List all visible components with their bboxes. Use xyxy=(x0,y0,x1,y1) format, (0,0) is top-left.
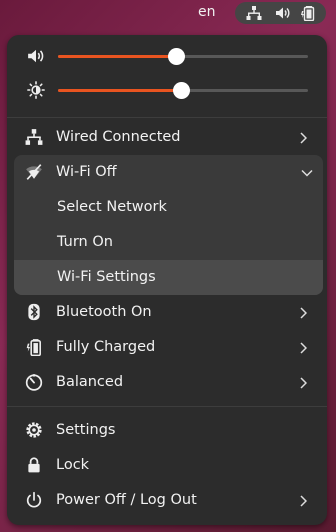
lock-icon xyxy=(28,457,40,473)
chevron-right-icon xyxy=(300,377,307,389)
volume-slider-fill xyxy=(58,55,176,58)
menu-item-label: Bluetooth On xyxy=(56,304,152,320)
menu-item-label: Fully Charged xyxy=(56,339,156,355)
menu-item-label: Wired Connected xyxy=(56,129,181,145)
divider xyxy=(7,117,327,118)
menu-item-wired[interactable]: Wired Connected xyxy=(7,120,327,155)
menu-item-label: Wi-Fi Settings xyxy=(57,269,156,285)
network-wired-icon xyxy=(246,6,262,20)
chevron-right-icon xyxy=(300,132,307,144)
power-icon xyxy=(26,491,42,508)
menu-item-label: Wi-Fi Off xyxy=(56,164,117,180)
menu-item-power-off[interactable]: Power Off / Log Out xyxy=(7,483,327,518)
menu-item-label: Settings xyxy=(56,422,116,438)
brightness-slider-fill xyxy=(58,89,181,92)
language-indicator[interactable]: en xyxy=(198,4,216,20)
brightness-slider[interactable] xyxy=(58,82,308,99)
menu-item-label: Turn On xyxy=(57,234,113,250)
menu-item-label: Lock xyxy=(56,457,90,473)
menu-item-wifi[interactable]: Wi-Fi Off xyxy=(14,155,323,190)
wifi-off-icon xyxy=(26,164,42,180)
battery-charging-icon xyxy=(301,6,315,21)
menu-item-label: Power Off / Log Out xyxy=(56,492,197,508)
menu-item-battery[interactable]: Fully Charged xyxy=(7,330,327,365)
quick-settings-menu: Wired Connected Wi-Fi Off Select Network… xyxy=(7,35,327,525)
volume-slider-handle[interactable] xyxy=(167,48,185,65)
menu-item-select-network[interactable]: Select Network xyxy=(14,190,323,225)
network-wired-icon xyxy=(25,129,43,145)
chevron-right-icon xyxy=(300,307,307,319)
gear-icon xyxy=(26,422,42,438)
menu-item-wifi-settings[interactable]: Wi-Fi Settings xyxy=(14,260,323,295)
volume-slider[interactable] xyxy=(58,48,308,65)
volume-slider-row xyxy=(7,39,327,73)
menu-item-settings[interactable]: Settings xyxy=(7,413,327,448)
power-mode-icon xyxy=(25,374,43,391)
chevron-down-icon xyxy=(301,169,313,177)
chevron-right-icon xyxy=(300,342,307,354)
volume-icon xyxy=(276,7,290,19)
system-status-area[interactable] xyxy=(235,2,326,24)
brightness-slider-row xyxy=(7,73,327,107)
volume-icon xyxy=(28,49,44,63)
wifi-submenu-container: Wi-Fi Off Select Network Turn On Wi-Fi S… xyxy=(14,155,323,295)
bluetooth-icon xyxy=(28,303,40,321)
chevron-right-icon xyxy=(300,495,307,507)
battery-charging-icon xyxy=(26,339,41,356)
top-bar: en xyxy=(0,0,336,27)
menu-item-label: Balanced xyxy=(56,374,124,390)
menu-item-lock[interactable]: Lock xyxy=(7,448,327,483)
brightness-slider-handle[interactable] xyxy=(172,82,190,99)
menu-item-power-mode[interactable]: Balanced xyxy=(7,365,327,400)
brightness-icon xyxy=(27,81,45,99)
menu-item-bluetooth[interactable]: Bluetooth On xyxy=(7,295,327,330)
divider xyxy=(7,406,327,407)
menu-item-turn-on[interactable]: Turn On xyxy=(14,225,323,260)
menu-item-label: Select Network xyxy=(57,199,167,215)
